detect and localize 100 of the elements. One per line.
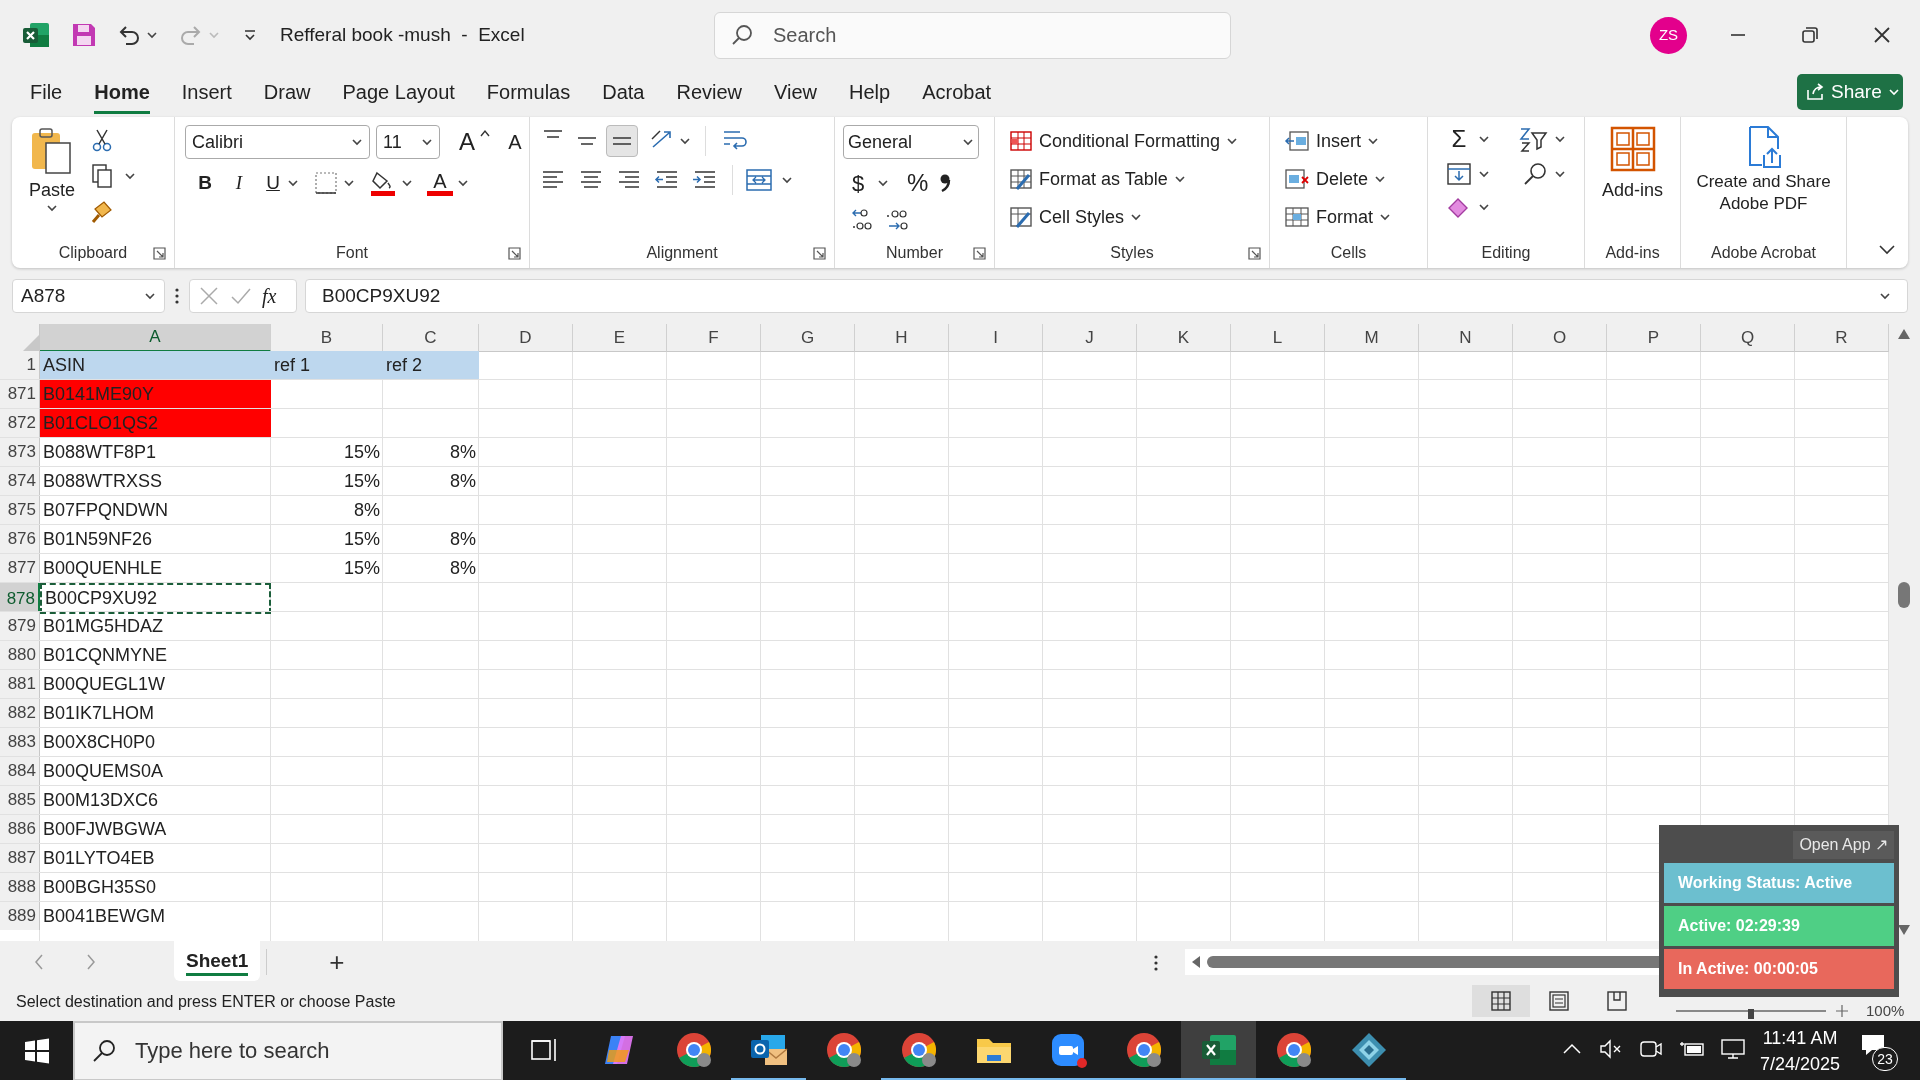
menu-tab[interactable]: Page Layout [342, 73, 455, 114]
number-format-dropdown[interactable]: General [843, 125, 979, 159]
caret-icon[interactable] [1554, 170, 1566, 178]
row-header[interactable]: 1 [0, 351, 40, 379]
caret-icon[interactable] [457, 179, 469, 188]
add-ins-icon[interactable] [1608, 125, 1657, 173]
caret-icon[interactable] [421, 138, 433, 146]
row-header[interactable]: 881 [0, 670, 40, 698]
normal-view-button[interactable] [1472, 985, 1530, 1017]
column-header[interactable]: N [1419, 324, 1513, 352]
column-header[interactable]: J [1043, 324, 1137, 352]
scroll-up-icon[interactable] [1897, 328, 1911, 340]
caret-icon[interactable] [1374, 175, 1387, 183]
align-bottom-button[interactable] [606, 125, 638, 157]
zoom-slider-thumb[interactable] [1748, 1009, 1754, 1019]
zoom-level[interactable]: 100% [1866, 1002, 1905, 1019]
add-ins-button[interactable]: Add-ins [1602, 177, 1663, 204]
row-header[interactable]: 887 [0, 844, 40, 872]
caret-icon[interactable] [1879, 292, 1891, 300]
menu-tab[interactable]: Draw [263, 73, 311, 114]
caret-icon[interactable] [781, 176, 793, 184]
user-avatar[interactable]: ZS [1650, 17, 1687, 54]
create-pdf-button[interactable]: Create and Share Adobe PDF [1688, 171, 1839, 215]
styles-menu-button[interactable]: Conditional Formatting [1009, 125, 1239, 157]
row-header[interactable]: 882 [0, 699, 40, 727]
caret-icon[interactable] [1367, 137, 1380, 145]
underline-button[interactable]: U [263, 169, 283, 198]
decrease-font-size-button[interactable]: A [500, 132, 530, 152]
save-icon[interactable] [70, 21, 98, 49]
caret-icon[interactable] [401, 179, 413, 188]
row-header[interactable]: 876 [0, 525, 40, 553]
dialog-launcher-icon[interactable] [508, 247, 521, 260]
fill-color-icon[interactable] [369, 169, 397, 198]
row-header[interactable]: 871 [0, 380, 40, 408]
more-options-icon[interactable] [1152, 953, 1160, 973]
font-color-button[interactable]: A [427, 170, 453, 196]
cells-menu-button[interactable]: Delete [1284, 163, 1391, 195]
caret-icon[interactable] [962, 138, 974, 146]
caret-icon[interactable] [1478, 203, 1490, 211]
caret-icon[interactable] [343, 179, 355, 188]
styles-menu-button[interactable]: Format as Table [1009, 163, 1239, 195]
name-box[interactable]: A878 [12, 279, 165, 313]
column-header[interactable]: I [949, 324, 1043, 352]
row-header[interactable]: 875 [0, 496, 40, 524]
row-header[interactable]: 873 [0, 438, 40, 466]
zoom-slider[interactable] [1676, 1009, 1826, 1019]
scissors-icon[interactable] [90, 127, 114, 153]
row-header[interactable]: 872 [0, 409, 40, 437]
merge-center-icon[interactable] [745, 167, 773, 193]
clock-date[interactable]: 7/24/2025 [1760, 1051, 1841, 1077]
italic-button[interactable]: I [229, 169, 249, 198]
sheet-tab[interactable]: Sheet1 [174, 941, 261, 981]
open-app-button[interactable]: Open App ↗ [1793, 831, 1894, 859]
decrease-decimal-icon[interactable] [885, 207, 911, 233]
menu-tab[interactable]: Acrobat [922, 73, 992, 114]
currency-button[interactable]: $ [849, 166, 867, 200]
row-header[interactable]: 888 [0, 873, 40, 901]
column-header[interactable]: M [1325, 324, 1419, 352]
cells-menu-button[interactable]: Insert [1284, 125, 1391, 157]
share-button[interactable]: Share [1797, 74, 1903, 110]
dialog-launcher-icon[interactable] [813, 247, 826, 260]
network-icon[interactable] [1720, 1037, 1748, 1061]
styles-menu-button[interactable]: Cell Styles [1009, 201, 1239, 233]
row-header[interactable]: 884 [0, 757, 40, 785]
column-header[interactable]: E [573, 324, 667, 352]
sort-filter-icon[interactable] [1518, 125, 1548, 153]
caret-icon[interactable] [351, 138, 363, 146]
dialog-launcher-icon[interactable] [1248, 247, 1261, 260]
column-header[interactable]: L [1231, 324, 1325, 352]
windows-start-icon[interactable] [23, 1038, 50, 1064]
copy-icon[interactable] [90, 163, 114, 189]
taskbar-search-field[interactable]: Type here to search [73, 1021, 503, 1080]
menu-tab[interactable]: View [774, 73, 818, 114]
menu-tab[interactable]: Home [94, 73, 150, 114]
column-header[interactable]: G [761, 324, 855, 352]
column-header[interactable]: D [479, 324, 573, 352]
menu-tab[interactable]: Review [676, 73, 743, 114]
fill-down-icon[interactable] [1446, 161, 1472, 187]
row-header[interactable]: 883 [0, 728, 40, 756]
caret-icon[interactable] [1478, 170, 1490, 178]
paste-button[interactable]: Paste [29, 177, 75, 204]
menu-tab[interactable]: Help [849, 73, 891, 114]
comma-style-icon[interactable] [938, 172, 953, 194]
collapse-ribbon-icon[interactable] [1878, 244, 1896, 256]
menu-tab[interactable]: Insert [181, 73, 232, 114]
scrollbar-thumb[interactable] [1898, 582, 1910, 608]
caret-icon[interactable] [679, 137, 691, 145]
dialog-launcher-icon[interactable] [153, 247, 166, 260]
cells-menu-button[interactable]: Format [1284, 201, 1391, 233]
format-painter-icon[interactable] [90, 199, 114, 225]
row-header[interactable]: 880 [0, 641, 40, 669]
column-header[interactable]: P [1607, 324, 1701, 352]
increase-font-size-button[interactable]: A [452, 130, 482, 154]
menu-tab[interactable]: File [30, 73, 63, 114]
chrome-icon[interactable] [1124, 1030, 1163, 1069]
caret-icon[interactable] [287, 179, 299, 188]
caret-icon[interactable] [1173, 175, 1186, 183]
bold-button[interactable]: B [195, 169, 215, 198]
row-header[interactable]: 889 [0, 902, 40, 930]
caret-icon[interactable] [1226, 137, 1239, 145]
